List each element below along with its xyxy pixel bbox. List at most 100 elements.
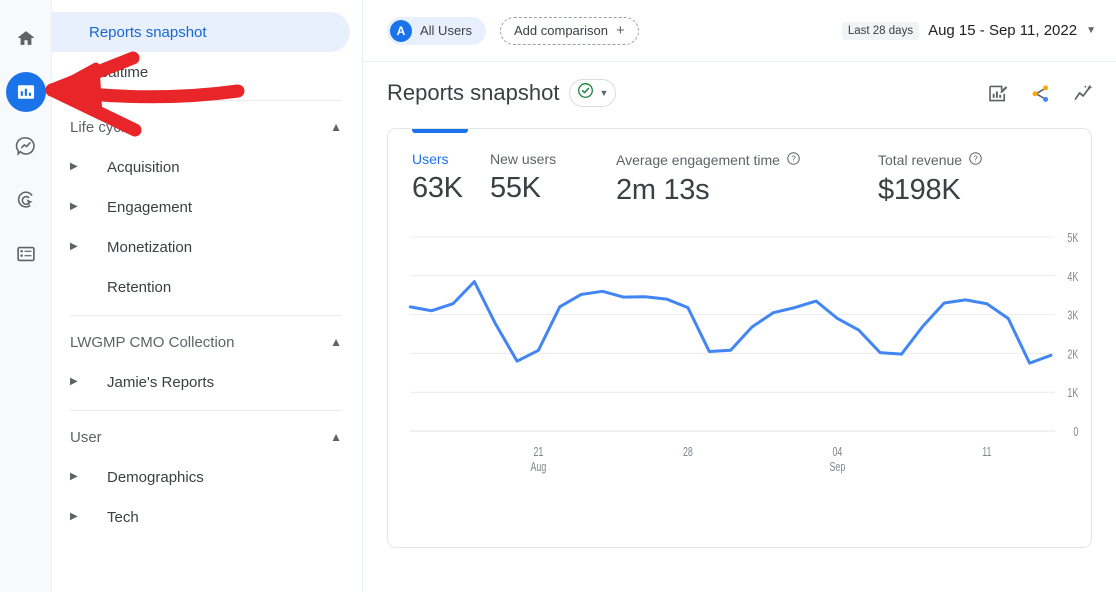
metric-label: Users: [412, 151, 490, 167]
sidebar-item-label: Realtime: [70, 64, 148, 81]
svg-text:3K: 3K: [1067, 309, 1078, 323]
main-content: A All Users Add comparison + Last 28 day…: [363, 0, 1116, 592]
rail-item-configure[interactable]: [6, 234, 46, 274]
metric-tab-total-revenue[interactable]: Total revenue ? $198K: [878, 151, 1058, 207]
svg-text:21: 21: [533, 445, 543, 459]
chevron-right-icon: ▶: [70, 472, 88, 482]
sidebar-item-reports-snapshot[interactable]: Reports snapshot: [52, 12, 350, 52]
chevron-down-icon: ▼: [599, 88, 608, 98]
explore-trend-icon: [15, 135, 37, 157]
chevron-right-icon: ▶: [70, 377, 88, 387]
report-toolbar: A All Users Add comparison + Last 28 day…: [363, 0, 1116, 62]
chart-axis-labels: 01K2K3K4K5K21Aug2804Sep11: [398, 223, 1081, 483]
svg-text:?: ?: [973, 154, 978, 163]
share-icon[interactable]: [1027, 80, 1053, 106]
analytics-app: Reports snapshot Realtime Life cycle ▲ ▶…: [0, 0, 1116, 592]
audience-chip-label: All Users: [420, 23, 472, 38]
rail-item-home[interactable]: [6, 18, 46, 58]
metric-label: Total revenue: [878, 152, 962, 168]
insights-icon[interactable]: [1070, 80, 1096, 106]
report-status-dropdown[interactable]: ▼: [569, 79, 616, 107]
chevron-up-icon: ▲: [330, 120, 342, 134]
svg-text:?: ?: [791, 154, 796, 163]
overview-card: Users 63K New users 55K Average engageme…: [387, 128, 1092, 548]
reports-sidebar: Reports snapshot Realtime Life cycle ▲ ▶…: [52, 0, 363, 592]
chevron-right-icon: ▶: [70, 242, 88, 252]
sidebar-item-monetization[interactable]: ▶ Monetization: [52, 227, 362, 267]
date-range-selector[interactable]: Last 28 days Aug 15 - Sep 11, 2022 ▼: [842, 22, 1096, 40]
chevron-right-icon: ▶: [70, 202, 88, 212]
svg-text:2K: 2K: [1067, 348, 1078, 362]
rail-item-advertising[interactable]: [6, 180, 46, 220]
chevron-up-icon: ▲: [330, 430, 342, 444]
help-icon[interactable]: ?: [786, 151, 801, 169]
page-title: Reports snapshot: [387, 80, 559, 106]
sidebar-item-tech[interactable]: ▶ Tech: [52, 497, 362, 537]
add-comparison-label: Add comparison: [514, 23, 608, 38]
sidebar-group-lwgmp-cmo-collection[interactable]: LWGMP CMO Collection ▲: [52, 322, 362, 362]
sidebar-item-label: Demographics: [88, 469, 204, 486]
users-over-time-chart[interactable]: 01K2K3K4K5K21Aug2804Sep11: [398, 223, 1081, 483]
sidebar-group-label: User: [70, 429, 102, 446]
list-config-icon: [15, 243, 37, 265]
metric-label: Average engagement time: [616, 152, 780, 168]
sidebar-item-acquisition[interactable]: ▶ Acquisition: [52, 147, 362, 187]
sidebar-item-label: Engagement: [88, 199, 192, 216]
sidebar-item-retention[interactable]: Retention: [52, 267, 362, 307]
sidebar-group-life-cycle[interactable]: Life cycle ▲: [52, 107, 362, 147]
svg-text:Aug: Aug: [531, 460, 547, 474]
avatar: A: [390, 20, 412, 42]
sidebar-group-label: Life cycle: [70, 119, 133, 136]
help-icon[interactable]: ?: [968, 151, 983, 169]
metric-tabs: Users 63K New users 55K Average engageme…: [398, 129, 1081, 207]
sidebar-item-label: Reports snapshot: [70, 24, 207, 41]
sidebar-item-label: Monetization: [88, 239, 192, 256]
metric-value: 63K: [412, 172, 490, 205]
sidebar-item-label: Tech: [88, 509, 139, 526]
edit-report-icon[interactable]: [984, 80, 1010, 106]
svg-text:4K: 4K: [1067, 270, 1078, 284]
sidebar-item-engagement[interactable]: ▶ Engagement: [52, 187, 362, 227]
advertising-target-icon: [15, 189, 37, 211]
bar-chart-icon: [15, 81, 37, 103]
metric-value: 55K: [490, 172, 616, 205]
sidebar-divider: [70, 410, 342, 411]
chevron-up-icon: ▲: [330, 335, 342, 349]
chevron-right-icon: ▶: [70, 162, 88, 172]
sidebar-item-realtime[interactable]: Realtime: [52, 52, 350, 92]
active-tab-indicator: [412, 129, 468, 133]
home-icon: [15, 27, 37, 49]
svg-text:28: 28: [683, 445, 693, 459]
date-range-badge: Last 28 days: [842, 22, 919, 40]
sidebar-item-demographics[interactable]: ▶ Demographics: [52, 457, 362, 497]
date-range-value: Aug 15 - Sep 11, 2022: [928, 22, 1077, 39]
add-comparison-button[interactable]: Add comparison +: [500, 17, 639, 45]
sidebar-item-label: Acquisition: [88, 159, 180, 176]
sidebar-divider: [70, 315, 342, 316]
metric-tab-users[interactable]: Users 63K: [412, 151, 490, 207]
sidebar-item-label: Jamie's Reports: [88, 374, 214, 391]
sidebar-group-user[interactable]: User ▲: [52, 417, 362, 457]
check-circle-icon: [576, 81, 595, 105]
plus-icon: +: [616, 23, 625, 38]
chevron-down-icon: ▼: [1086, 25, 1096, 36]
svg-text:1K: 1K: [1067, 387, 1078, 401]
audience-chip-all-users[interactable]: A All Users: [387, 17, 486, 45]
report-actions: [984, 80, 1096, 106]
sidebar-item-jamies-reports[interactable]: ▶ Jamie's Reports: [52, 362, 362, 402]
rail-item-explore[interactable]: [6, 126, 46, 166]
metric-value: $198K: [878, 174, 1058, 207]
svg-text:04: 04: [832, 445, 842, 459]
page-title-row: Reports snapshot ▼: [363, 62, 1116, 124]
metric-label: New users: [490, 151, 616, 167]
svg-text:5K: 5K: [1067, 231, 1078, 245]
report-card-wrapper: Users 63K New users 55K Average engageme…: [363, 124, 1116, 592]
sidebar-item-label: Retention: [70, 279, 171, 296]
chevron-right-icon: ▶: [70, 512, 88, 522]
rail-item-reports[interactable]: [6, 72, 46, 112]
icon-rail: [0, 0, 52, 592]
metric-tab-new-users[interactable]: New users 55K: [490, 151, 616, 207]
sidebar-group-label: LWGMP CMO Collection: [70, 334, 234, 351]
metric-tab-avg-engagement-time[interactable]: Average engagement time ? 2m 13s: [616, 151, 878, 207]
sidebar-divider: [70, 100, 342, 101]
